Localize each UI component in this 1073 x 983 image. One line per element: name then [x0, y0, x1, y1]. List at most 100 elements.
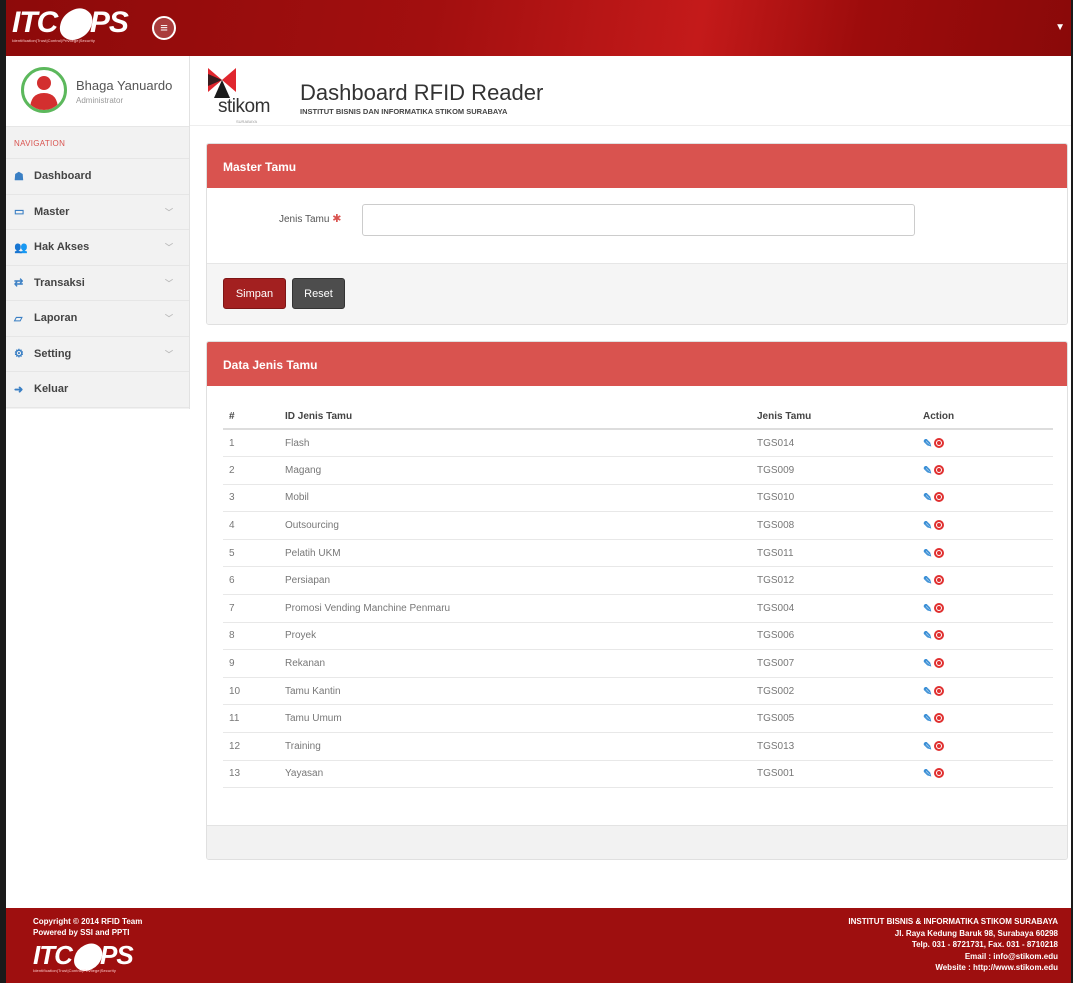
row-id-jenis: Flash: [279, 429, 751, 458]
row-number: 8: [223, 622, 279, 651]
row-actions: ✎: [917, 704, 1053, 734]
required-icon: ✱: [332, 213, 342, 225]
edit-icon[interactable]: ✎: [923, 602, 932, 615]
edit-icon[interactable]: ✎: [923, 685, 932, 698]
row-jenis: TGS011: [751, 539, 917, 568]
form-row: Jenis Tamu ✱: [207, 188, 1067, 264]
delete-icon[interactable]: [934, 464, 945, 475]
row-id-jenis: Yayasan: [279, 760, 751, 789]
edit-icon[interactable]: ✎: [923, 657, 932, 670]
delete-icon[interactable]: [934, 547, 945, 558]
copyright-text: Copyright © 2014 RFID Team: [33, 917, 143, 926]
edit-icon[interactable]: ✎: [923, 629, 932, 642]
delete-icon[interactable]: [934, 437, 945, 448]
row-id-jenis: Outsourcing: [279, 511, 751, 540]
row-id-jenis: Proyek: [279, 622, 751, 651]
edit-icon[interactable]: ✎: [923, 491, 932, 504]
jenis-tamu-input[interactable]: [362, 204, 915, 236]
sidebar-item-label: Transaksi: [34, 276, 85, 289]
sidebar-item-label: Keluar: [34, 383, 69, 396]
table-row: 11 Tamu Umum TGS005 ✎: [223, 704, 1053, 734]
user-name: Bhaga Yanuardo: [76, 78, 173, 93]
sidebar-item-keluar[interactable]: ➜ Keluar: [6, 372, 189, 408]
table-row: 10 Tamu Kantin TGS002 ✎: [223, 677, 1053, 706]
delete-icon[interactable]: [934, 492, 945, 503]
sidebar-item-setting[interactable]: ⚙ Setting ﹀: [6, 337, 189, 372]
row-number: 11: [223, 704, 279, 734]
delete-icon[interactable]: [934, 768, 945, 779]
delete-icon[interactable]: [934, 685, 945, 696]
chevron-down-icon: ﹀: [165, 314, 173, 323]
data-jenis-tamu-panel: Data Jenis Tamu # ID Jenis Tamu Jenis Ta…: [206, 341, 1068, 860]
row-id-jenis: Tamu Kantin: [279, 677, 751, 706]
edit-icon[interactable]: ✎: [923, 519, 932, 532]
simpan-button[interactable]: Simpan: [223, 278, 286, 309]
row-jenis: TGS004: [751, 594, 917, 623]
sidebar-item-master[interactable]: ▭ Master ﹀: [6, 195, 189, 230]
chevron-down-icon: ﹀: [165, 243, 173, 252]
sidebar-item-transaksi[interactable]: ⇄ Transaksi ﹀: [6, 266, 189, 301]
edit-icon[interactable]: ✎: [923, 767, 932, 780]
edit-icon[interactable]: ✎: [923, 437, 932, 450]
delete-icon[interactable]: [934, 740, 945, 751]
row-actions: ✎: [917, 456, 1053, 485]
delete-icon[interactable]: [934, 713, 945, 724]
table-row: 12 Training TGS013 ✎: [223, 732, 1053, 761]
delete-icon[interactable]: [934, 602, 945, 613]
edit-icon[interactable]: ✎: [923, 712, 932, 725]
edit-icon[interactable]: ✎: [923, 547, 932, 560]
avatar: [21, 67, 67, 113]
sidebar-item-label: Hak Akses: [34, 241, 90, 254]
delete-icon[interactable]: [934, 575, 945, 586]
table-row: 8 Proyek TGS006 ✎: [223, 622, 1053, 651]
edit-icon[interactable]: ✎: [923, 574, 932, 587]
stikom-subword: SURABAYA: [236, 119, 258, 124]
row-jenis: TGS002: [751, 677, 917, 706]
user-role: Administrator: [76, 96, 124, 105]
delete-icon[interactable]: [934, 630, 945, 641]
row-number: 4: [223, 511, 279, 540]
folder-open-icon: ▱: [14, 312, 23, 325]
caret-down-icon[interactable]: ▼: [1055, 22, 1065, 33]
panel-title: Data Jenis Tamu: [207, 342, 1067, 386]
column-header-number: #: [223, 404, 279, 430]
delete-icon[interactable]: [934, 658, 945, 669]
stikom-logo-icon: [208, 68, 236, 98]
delete-icon[interactable]: [934, 520, 945, 531]
row-actions: ✎: [917, 594, 1053, 623]
edit-icon[interactable]: ✎: [923, 464, 932, 477]
gear-icon: ⚙: [14, 348, 24, 361]
reset-button[interactable]: Reset: [292, 278, 345, 309]
edit-icon[interactable]: ✎: [923, 740, 932, 753]
header-divider: [190, 125, 1071, 126]
footer-left: Copyright © 2014 RFID Team Powered by SS…: [33, 916, 142, 938]
sidebar-item-laporan[interactable]: ▱ Laporan ﹀: [6, 301, 189, 337]
itcops-logo[interactable]: ITC⬤PS Identification|Trust|Control|Priv…: [12, 8, 152, 48]
table-row: 7 Promosi Vending Manchine Penmaru TGS004 ✎: [223, 594, 1053, 623]
row-number: 1: [223, 429, 279, 458]
sidebar-item-hak-akses[interactable]: 👥 Hak Akses ﹀: [6, 230, 189, 266]
row-actions: ✎: [917, 677, 1053, 706]
chevron-down-icon: ﹀: [165, 207, 173, 217]
table-row: 9 Rekanan TGS007 ✎: [223, 649, 1053, 678]
website-text: Website : http://www.stikom.edu: [935, 963, 1058, 972]
sign-out-icon: ➜: [14, 383, 24, 396]
sidebar-item-dashboard[interactable]: ☗ Dashboard: [6, 159, 189, 195]
panel-footer: [207, 825, 1067, 859]
logo-text: ITC⬤PS: [12, 6, 129, 39]
row-jenis: TGS007: [751, 649, 917, 678]
sidebar-item-label: Dashboard: [34, 170, 92, 183]
table-row: 5 Pelatih UKM TGS011 ✎: [223, 539, 1053, 568]
table-row: 3 Mobil TGS010 ✎: [223, 484, 1053, 513]
row-jenis: TGS012: [751, 566, 917, 596]
chevron-down-icon: ﹀: [165, 278, 173, 288]
menu-toggle-button[interactable]: ≡: [152, 16, 176, 40]
page-footer: Copyright © 2014 RFID Team Powered by SS…: [6, 908, 1071, 983]
row-id-jenis: Rekanan: [279, 649, 751, 678]
powered-by-text: Powered by SSI and PPTI: [33, 928, 130, 937]
row-jenis: TGS006: [751, 622, 917, 651]
users-icon: 👥: [14, 241, 28, 254]
column-header-action: Action: [917, 404, 1053, 430]
top-navbar: ITC⬤PS Identification|Trust|Control|Priv…: [6, 0, 1071, 56]
row-number: 5: [223, 539, 279, 568]
